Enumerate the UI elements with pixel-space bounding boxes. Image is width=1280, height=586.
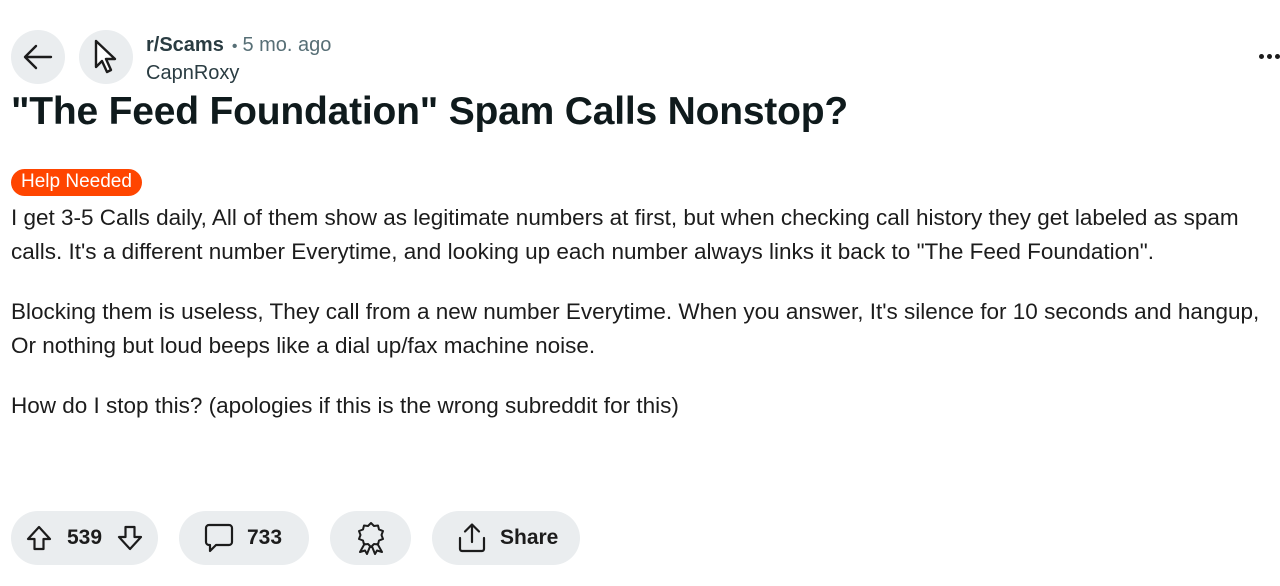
post-page: r/Scams • 5 mo. ago CapnRoxy "The Feed F… (0, 0, 1280, 586)
downvote-arrow-icon[interactable] (116, 524, 144, 552)
share-button[interactable]: Share (432, 511, 580, 565)
upvote-arrow-icon[interactable] (25, 524, 53, 552)
cursor-pointer-icon (92, 39, 120, 75)
body-paragraph: I get 3-5 Calls daily, All of them show … (11, 205, 1239, 264)
author-link[interactable]: CapnRoxy (146, 60, 331, 86)
post-action-bar: 539 733 Share (11, 511, 580, 565)
award-button[interactable] (330, 511, 411, 565)
comments-button[interactable]: 733 (179, 511, 309, 565)
body-paragraph: How do I stop this? (apologies if this i… (11, 393, 679, 418)
comment-count: 733 (247, 526, 283, 549)
arrow-left-icon (23, 44, 53, 70)
post-age: 5 mo. ago (242, 34, 332, 56)
subreddit-link[interactable]: r/Scams (146, 32, 224, 58)
post-meta: r/Scams • 5 mo. ago CapnRoxy (146, 32, 331, 86)
meta-separator: • (231, 38, 238, 55)
post-body: I get 3-5 Calls daily, All of them show … (11, 201, 1273, 449)
post-title: "The Feed Foundation" Spam Calls Nonstop… (11, 90, 848, 133)
vote-control: 539 (11, 511, 158, 565)
body-paragraph: Blocking them is useless, They call from… (11, 299, 1260, 358)
vote-score: 539 (66, 526, 103, 549)
comment-bubble-icon (203, 522, 235, 554)
overflow-menu-button[interactable] (1258, 44, 1280, 68)
post-flair[interactable]: Help Needed (11, 169, 142, 196)
award-ribbon-icon (354, 521, 388, 555)
subreddit-avatar[interactable] (79, 30, 133, 84)
more-horizontal-icon (1259, 53, 1264, 59)
share-upload-icon (456, 522, 488, 554)
back-button[interactable] (11, 30, 65, 84)
share-label: Share (500, 526, 559, 549)
